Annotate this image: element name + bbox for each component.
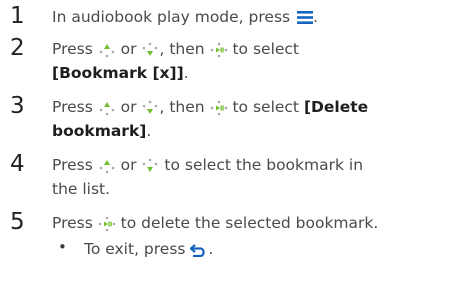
up-key-icon bbox=[99, 101, 115, 115]
bullet: • bbox=[58, 238, 67, 256]
select-text: to select bbox=[232, 40, 300, 58]
down-key-icon bbox=[143, 42, 158, 56]
sub-step-end: . bbox=[208, 240, 214, 258]
bookmark-option: [Bookmark [x]] bbox=[52, 64, 184, 82]
delete-option-part1: [Delete bbox=[303, 98, 369, 116]
play-pause-key-icon bbox=[98, 216, 116, 231]
back-icon bbox=[190, 243, 206, 257]
up-key-icon bbox=[99, 43, 115, 57]
step-text-end: . bbox=[183, 64, 189, 82]
step-text-line2: the list. bbox=[52, 180, 111, 198]
step-text-end: . bbox=[313, 8, 318, 26]
down-key-icon bbox=[143, 100, 158, 114]
or-text: or bbox=[120, 40, 137, 58]
step-text-cont: to select the bookmark in bbox=[164, 156, 364, 174]
up-key-icon bbox=[99, 159, 115, 173]
step-text: Press bbox=[52, 156, 93, 174]
or-text: or bbox=[120, 98, 137, 116]
step-text: Press bbox=[52, 40, 93, 58]
menu-icon bbox=[297, 11, 314, 24]
then-text: , then bbox=[159, 98, 205, 116]
instruction-steps: 1 In audiobook play mode, press . 2 Pres… bbox=[0, 0, 464, 304]
step-text: Press bbox=[52, 214, 93, 232]
down-key-icon bbox=[143, 158, 158, 172]
step-text: Press bbox=[52, 98, 93, 116]
or-text: or bbox=[120, 156, 137, 174]
step-number: 2 bbox=[10, 35, 25, 61]
delete-option-part2: bookmark] bbox=[52, 122, 147, 140]
step-number: 3 bbox=[10, 93, 25, 119]
step-text: In audiobook play mode, press bbox=[52, 8, 291, 26]
play-pause-key-icon bbox=[210, 100, 227, 115]
step-text-cont: to delete the selected bookmark. bbox=[120, 214, 379, 232]
step-text-end: . bbox=[146, 122, 152, 140]
sub-step-text: To exit, press bbox=[84, 240, 186, 258]
select-text: to select bbox=[232, 98, 300, 116]
step-number: 1 bbox=[10, 3, 25, 29]
step-number: 4 bbox=[10, 151, 25, 177]
step-number: 5 bbox=[10, 209, 25, 235]
then-text: , then bbox=[159, 40, 205, 58]
play-pause-key-icon bbox=[210, 42, 227, 57]
